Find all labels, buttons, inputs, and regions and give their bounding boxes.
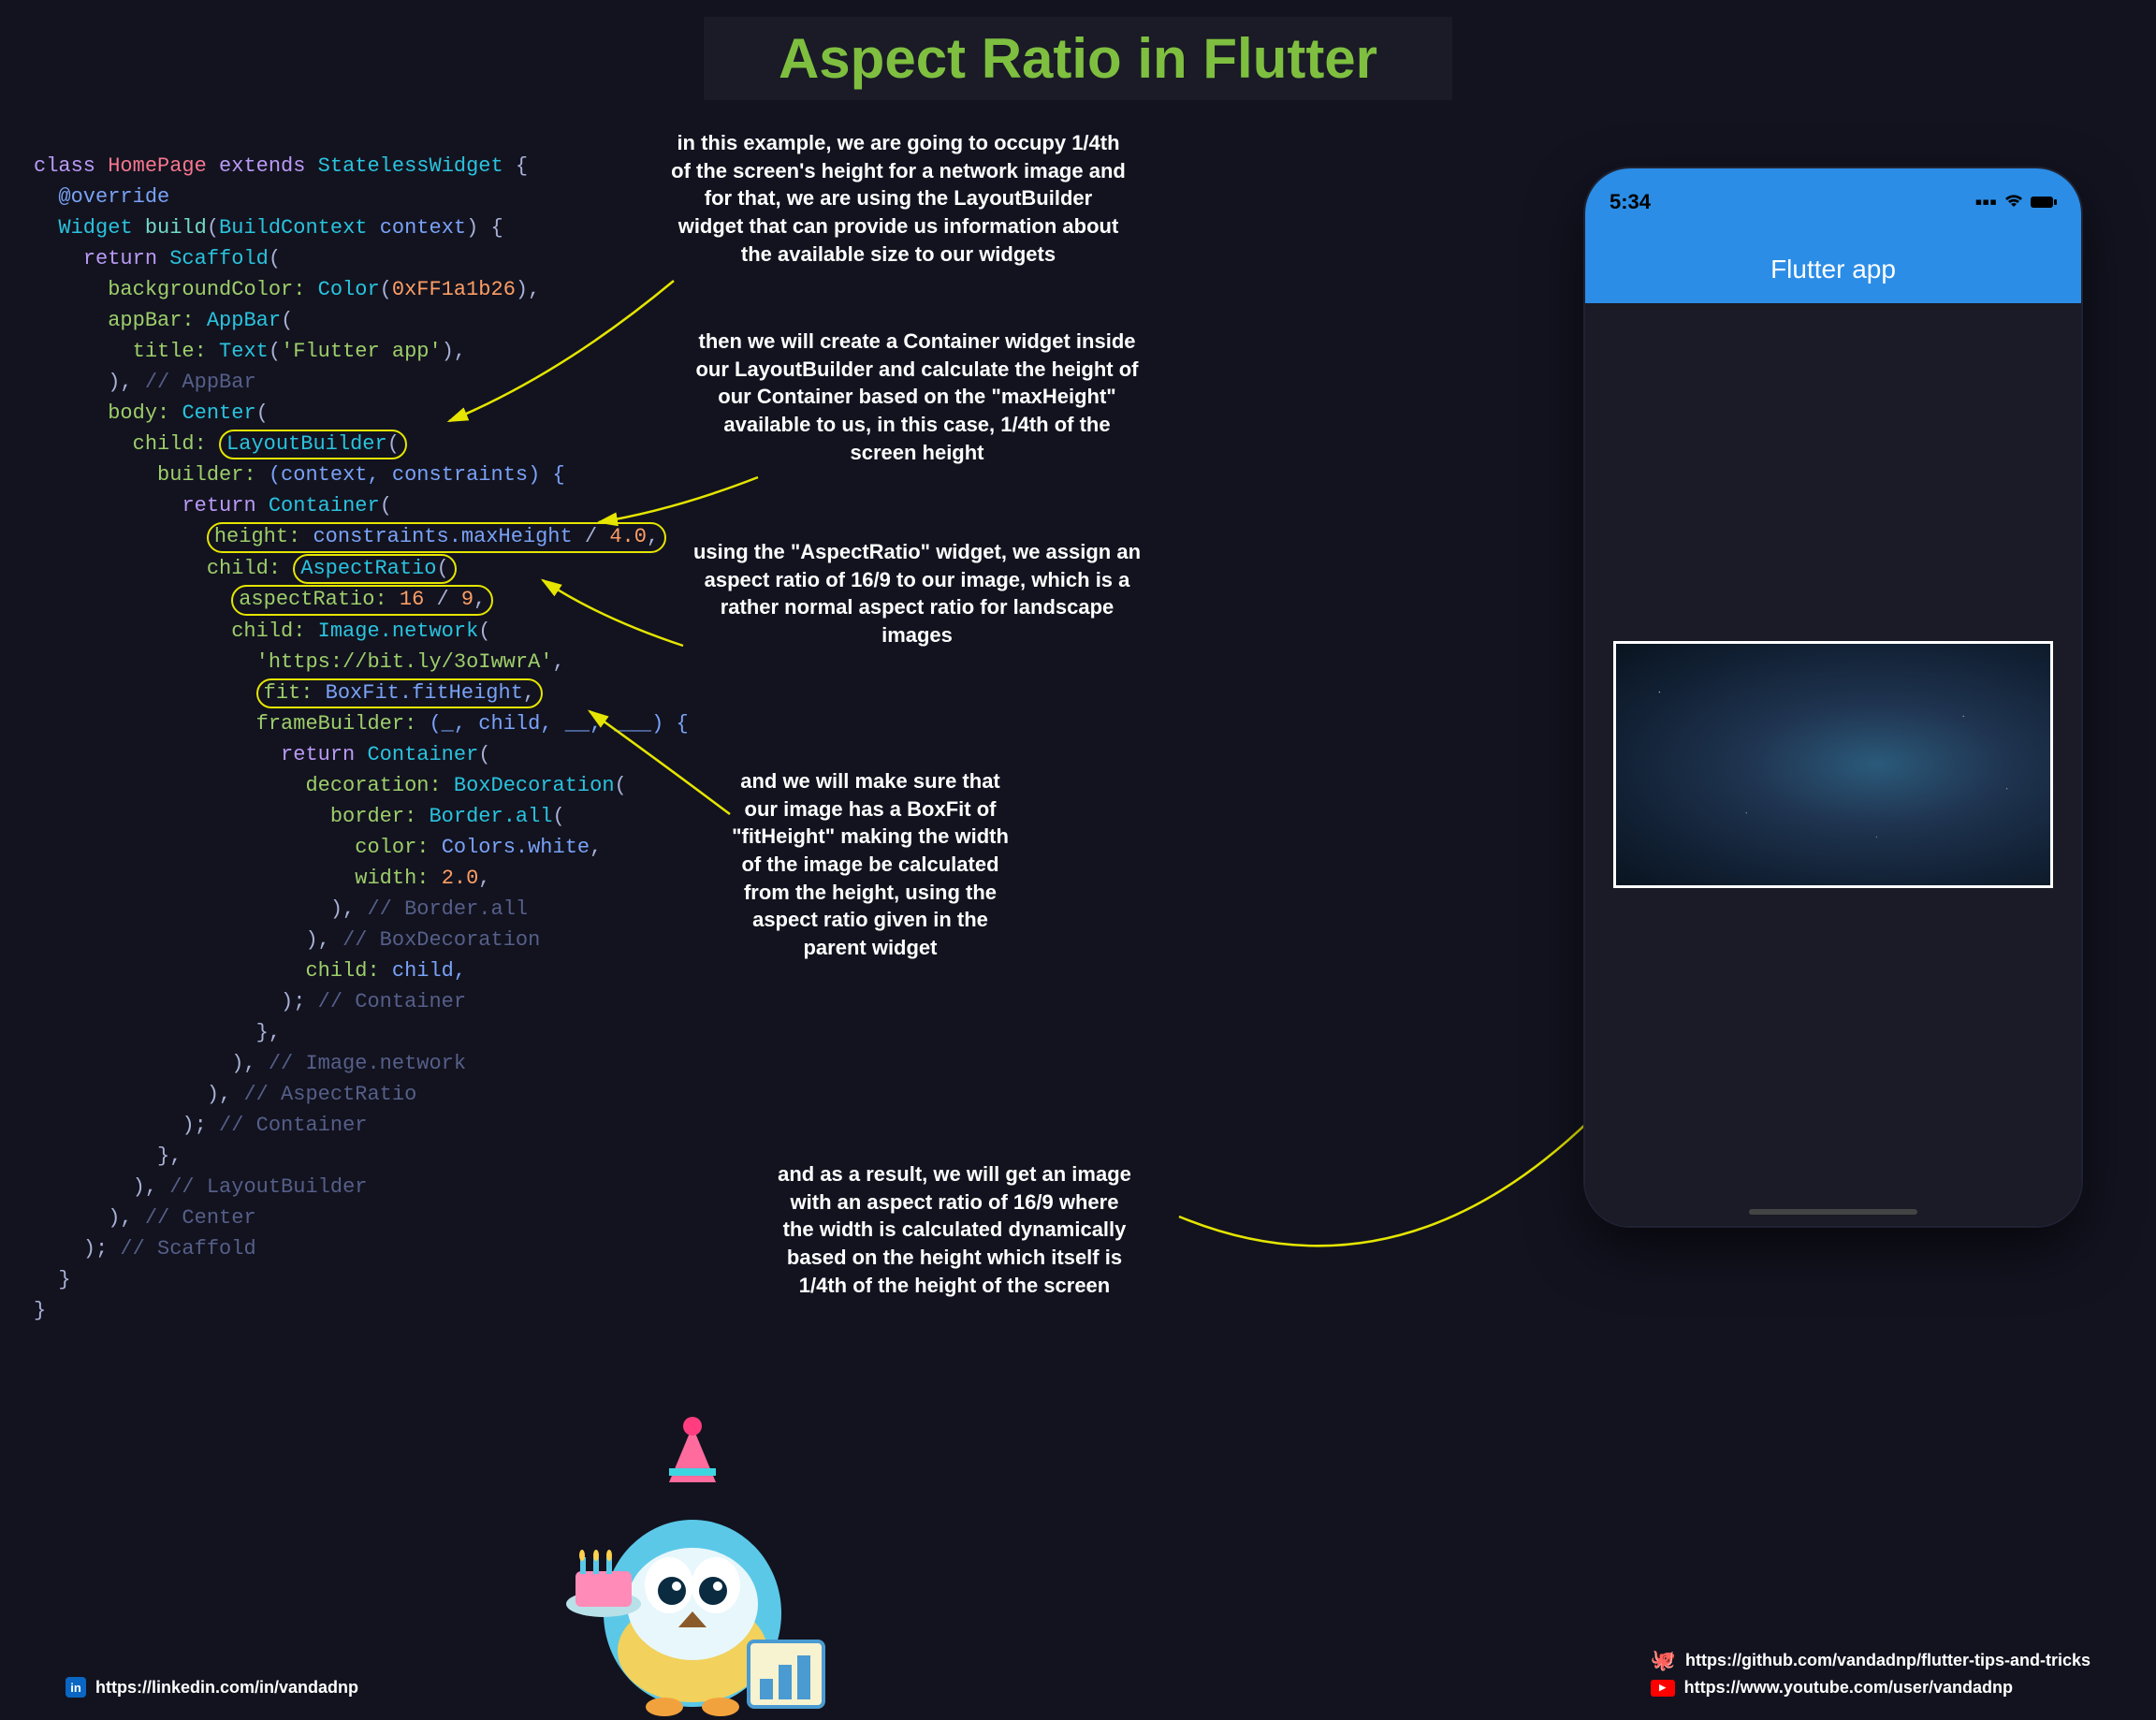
youtube-link[interactable]: ▶ https://www.youtube.com/user/vandadnp bbox=[1651, 1678, 2090, 1698]
result-image bbox=[1613, 641, 2053, 888]
home-indicator bbox=[1749, 1209, 1917, 1215]
phone-mockup: 5:34 ▪▪▪ Flutter app bbox=[1585, 168, 2081, 1226]
phone-statusbar: 5:34 ▪▪▪ bbox=[1585, 168, 2081, 236]
highlight-layoutbuilder: LayoutBuilder( bbox=[219, 430, 407, 459]
page-title: Aspect Ratio in Flutter bbox=[704, 17, 1452, 100]
statusbar-time: 5:34 bbox=[1610, 190, 1651, 214]
annotation-5: and as a result, we will get an imagewit… bbox=[739, 1160, 1170, 1299]
appbar-title: Flutter app bbox=[1770, 255, 1896, 284]
phone-appbar: Flutter app bbox=[1585, 236, 2081, 303]
highlight-boxfit: fit: BoxFit.fitHeight, bbox=[256, 678, 543, 708]
code-snippet: class HomePage extends StatelessWidget {… bbox=[34, 120, 689, 1326]
signal-icon: ▪▪▪ bbox=[1975, 190, 1997, 214]
annotation-1: in this example, we are going to occupy … bbox=[636, 129, 1160, 268]
highlight-ratio: aspectRatio: 16 / 9, bbox=[231, 585, 493, 615]
github-url: https://github.com/vandadnp/flutter-tips… bbox=[1685, 1651, 2090, 1670]
highlight-aspectratio: AspectRatio( bbox=[293, 554, 456, 584]
github-icon: 🐙 bbox=[1651, 1648, 1676, 1672]
phone-body bbox=[1585, 303, 2081, 1226]
linkedin-link[interactable]: in https://linkedin.com/in/vandadnp bbox=[66, 1677, 358, 1698]
linkedin-icon: in bbox=[66, 1677, 86, 1698]
annotation-4: and we will make sure thatour image has … bbox=[721, 767, 1020, 962]
highlight-height: height: constraints.maxHeight / 4.0, bbox=[207, 522, 666, 552]
youtube-url: https://www.youtube.com/user/vandadnp bbox=[1684, 1678, 2013, 1698]
footer-links: in https://linkedin.com/in/vandadnp 🐙 ht… bbox=[66, 1642, 2090, 1698]
wifi-icon bbox=[2004, 190, 2023, 214]
annotation-3: using the "AspectRatio" widget, we assig… bbox=[655, 538, 1179, 649]
battery-icon bbox=[2031, 190, 2057, 214]
linkedin-url: https://linkedin.com/in/vandadnp bbox=[95, 1678, 358, 1698]
github-link[interactable]: 🐙 https://github.com/vandadnp/flutter-ti… bbox=[1651, 1648, 2090, 1672]
youtube-icon: ▶ bbox=[1651, 1680, 1675, 1697]
annotation-2: then we will create a Container widget i… bbox=[655, 328, 1179, 466]
